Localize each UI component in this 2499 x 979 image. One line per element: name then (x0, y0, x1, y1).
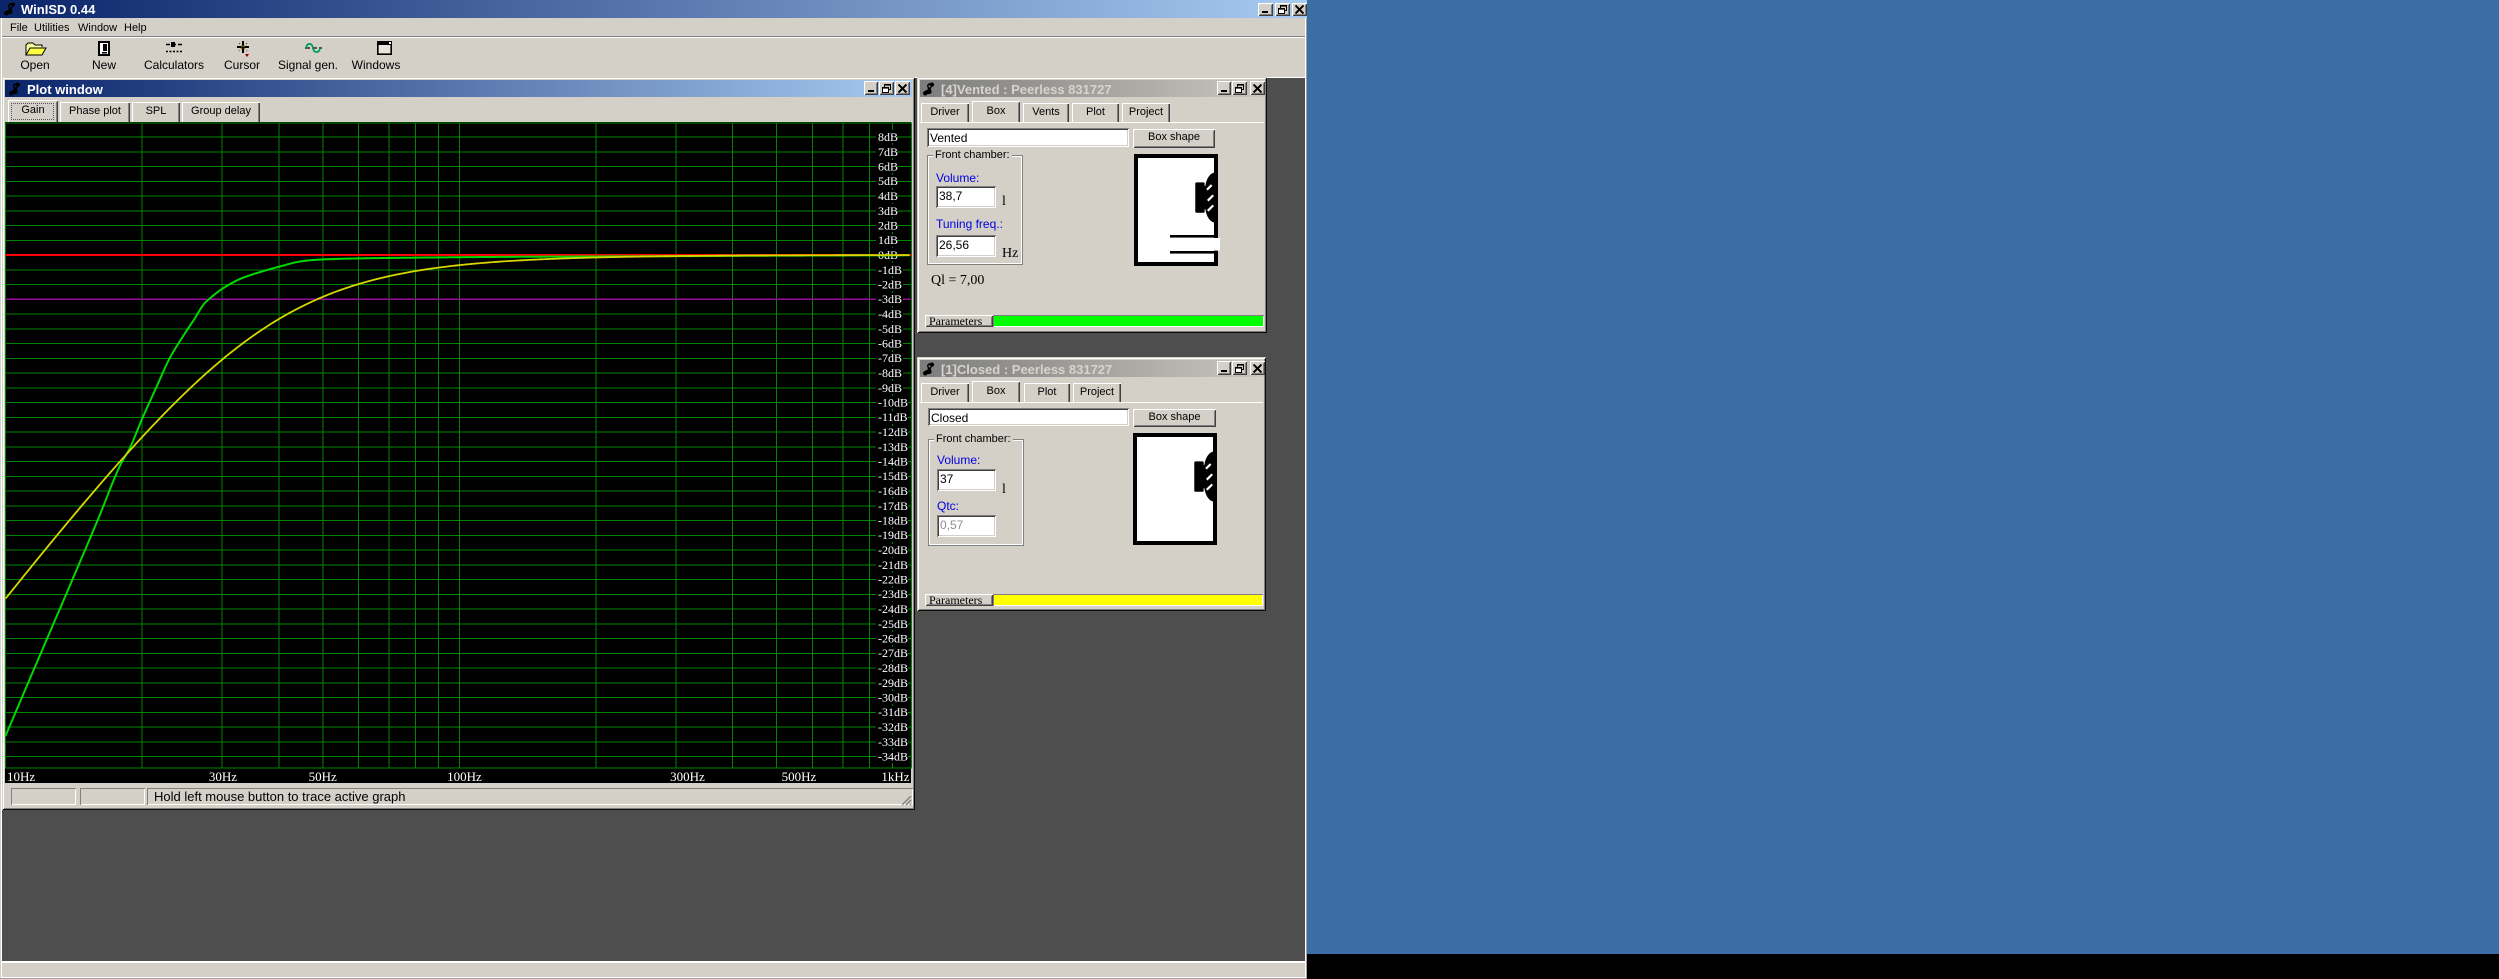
svg-text:1kHz: 1kHz (881, 769, 909, 784)
svg-text:-6dB: -6dB (878, 337, 902, 351)
svg-text:-8dB: -8dB (878, 366, 902, 380)
svg-text:-17dB: -17dB (878, 499, 908, 513)
svg-text:30Hz: 30Hz (209, 769, 237, 784)
svg-text:8dB: 8dB (878, 130, 898, 144)
svg-text:100Hz: 100Hz (447, 769, 482, 784)
svg-text:5dB: 5dB (878, 174, 898, 188)
svg-text:-12dB: -12dB (878, 425, 908, 439)
svg-text:-7dB: -7dB (878, 351, 902, 365)
svg-text:-14dB: -14dB (878, 455, 908, 469)
svg-text:-19dB: -19dB (878, 528, 908, 542)
svg-text:3dB: 3dB (878, 204, 898, 218)
svg-text:-21dB: -21dB (878, 558, 908, 572)
svg-text:2dB: 2dB (878, 219, 898, 233)
svg-text:-15dB: -15dB (878, 469, 908, 483)
svg-text:-25dB: -25dB (878, 617, 908, 631)
svg-text:-23dB: -23dB (878, 587, 908, 601)
svg-text:300Hz: 300Hz (670, 769, 705, 784)
svg-text:-11dB: -11dB (878, 410, 908, 424)
svg-text:-32dB: -32dB (878, 720, 908, 734)
svg-text:-5dB: -5dB (878, 322, 902, 336)
svg-text:-26dB: -26dB (878, 632, 908, 646)
svg-text:-4dB: -4dB (878, 307, 902, 321)
svg-text:-9dB: -9dB (878, 381, 902, 395)
svg-text:1dB: 1dB (878, 233, 898, 247)
svg-text:-27dB: -27dB (878, 646, 908, 660)
svg-text:-24dB: -24dB (878, 602, 908, 616)
svg-text:7dB: 7dB (878, 145, 898, 159)
svg-text:4dB: 4dB (878, 189, 898, 203)
svg-text:10Hz: 10Hz (7, 769, 35, 784)
svg-text:-2dB: -2dB (878, 278, 902, 292)
svg-text:-1dB: -1dB (878, 263, 902, 277)
svg-text:-22dB: -22dB (878, 573, 908, 587)
svg-text:500Hz: 500Hz (782, 769, 817, 784)
svg-text:50Hz: 50Hz (309, 769, 337, 784)
svg-text:-13dB: -13dB (878, 440, 908, 454)
svg-text:-18dB: -18dB (878, 514, 908, 528)
svg-text:-16dB: -16dB (878, 484, 908, 498)
svg-text:-10dB: -10dB (878, 396, 908, 410)
svg-text:6dB: 6dB (878, 160, 898, 174)
svg-text:-34dB: -34dB (878, 750, 908, 764)
svg-text:-29dB: -29dB (878, 676, 908, 690)
svg-text:-28dB: -28dB (878, 661, 908, 675)
svg-text:-30dB: -30dB (878, 691, 908, 705)
svg-text:-3dB: -3dB (878, 292, 902, 306)
svg-text:-33dB: -33dB (878, 735, 908, 749)
svg-text:-20dB: -20dB (878, 543, 908, 557)
svg-text:-31dB: -31dB (878, 705, 908, 719)
